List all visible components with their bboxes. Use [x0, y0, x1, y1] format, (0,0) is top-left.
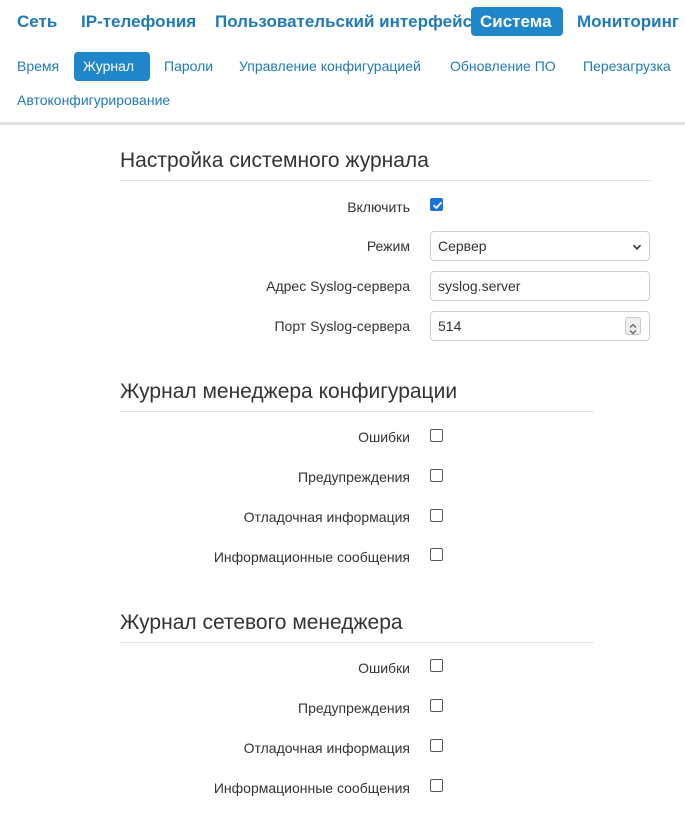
network-log-info-label: Информационные сообщения [213, 780, 410, 796]
mode-select-value: Сервер [438, 238, 487, 254]
config-log-info-label: Информационные сообщения [213, 549, 410, 565]
tab-user-interface[interactable]: Пользовательский интерфейс [206, 7, 481, 36]
tab-monitoring[interactable]: Мониторинг [568, 7, 685, 36]
stepper-arrows-icon [629, 323, 637, 335]
port-stepper[interactable] [625, 317, 641, 335]
enable-label: Включить [347, 199, 410, 215]
nav-divider [0, 122, 685, 125]
subtab-autoprovisioning[interactable]: Автоконфигурирование [8, 86, 179, 115]
tab-system[interactable]: Система [471, 7, 563, 36]
network-log-errors-checkbox[interactable] [430, 659, 443, 672]
subtab-firmware-update[interactable]: Обновление ПО [441, 52, 565, 81]
syslog-port-input[interactable]: 514 [430, 311, 650, 341]
config-log-errors-checkbox[interactable] [430, 429, 443, 442]
subtab-passwords[interactable]: Пароли [155, 52, 222, 81]
config-log-warnings-checkbox[interactable] [430, 469, 443, 482]
network-log-warnings-label: Предупреждения [298, 700, 410, 716]
chevron-down-icon [632, 244, 642, 250]
top-navigation: Сеть IP-телефония Пользовательский интер… [0, 0, 685, 44]
tab-ip-telephony[interactable]: IP-телефония [72, 7, 205, 36]
network-log-info-checkbox[interactable] [430, 779, 443, 792]
subtab-log[interactable]: Журнал [74, 52, 150, 81]
network-log-section-title: Журнал сетевого менеджера [120, 611, 403, 634]
mode-select[interactable]: Сервер [430, 231, 650, 261]
network-log-section-divider [120, 642, 594, 643]
syslog-port-value: 514 [438, 318, 462, 334]
syslog-section-title: Настройка системного журнала [120, 149, 429, 172]
subtab-reboot[interactable]: Перезагрузка [574, 52, 680, 81]
config-log-info-checkbox[interactable] [430, 548, 443, 561]
syslog-section-divider [120, 180, 651, 181]
enable-checkbox[interactable] [430, 198, 443, 211]
network-log-errors-label: Ошибки [358, 660, 410, 676]
network-log-debug-label: Отладочная информация [243, 740, 410, 756]
subtab-config-management[interactable]: Управление конфигурацией [230, 52, 430, 81]
config-log-section-divider [120, 411, 594, 412]
syslog-address-label: Адрес Syslog-сервера [266, 278, 410, 294]
tab-network[interactable]: Сеть [8, 7, 66, 36]
syslog-address-input[interactable]: syslog.server [430, 271, 650, 301]
check-icon [433, 201, 442, 209]
network-log-warnings-checkbox[interactable] [430, 699, 443, 712]
config-log-warnings-label: Предупреждения [298, 469, 410, 485]
subtab-time[interactable]: Время [8, 52, 68, 81]
syslog-port-label: Порт Syslog-сервера [274, 318, 410, 334]
config-log-debug-checkbox[interactable] [430, 509, 443, 522]
config-log-errors-label: Ошибки [358, 429, 410, 445]
config-log-debug-label: Отладочная информация [243, 509, 410, 525]
network-log-debug-checkbox[interactable] [430, 739, 443, 752]
mode-label: Режим [366, 238, 410, 254]
config-log-section-title: Журнал менеджера конфигурации [120, 380, 458, 403]
